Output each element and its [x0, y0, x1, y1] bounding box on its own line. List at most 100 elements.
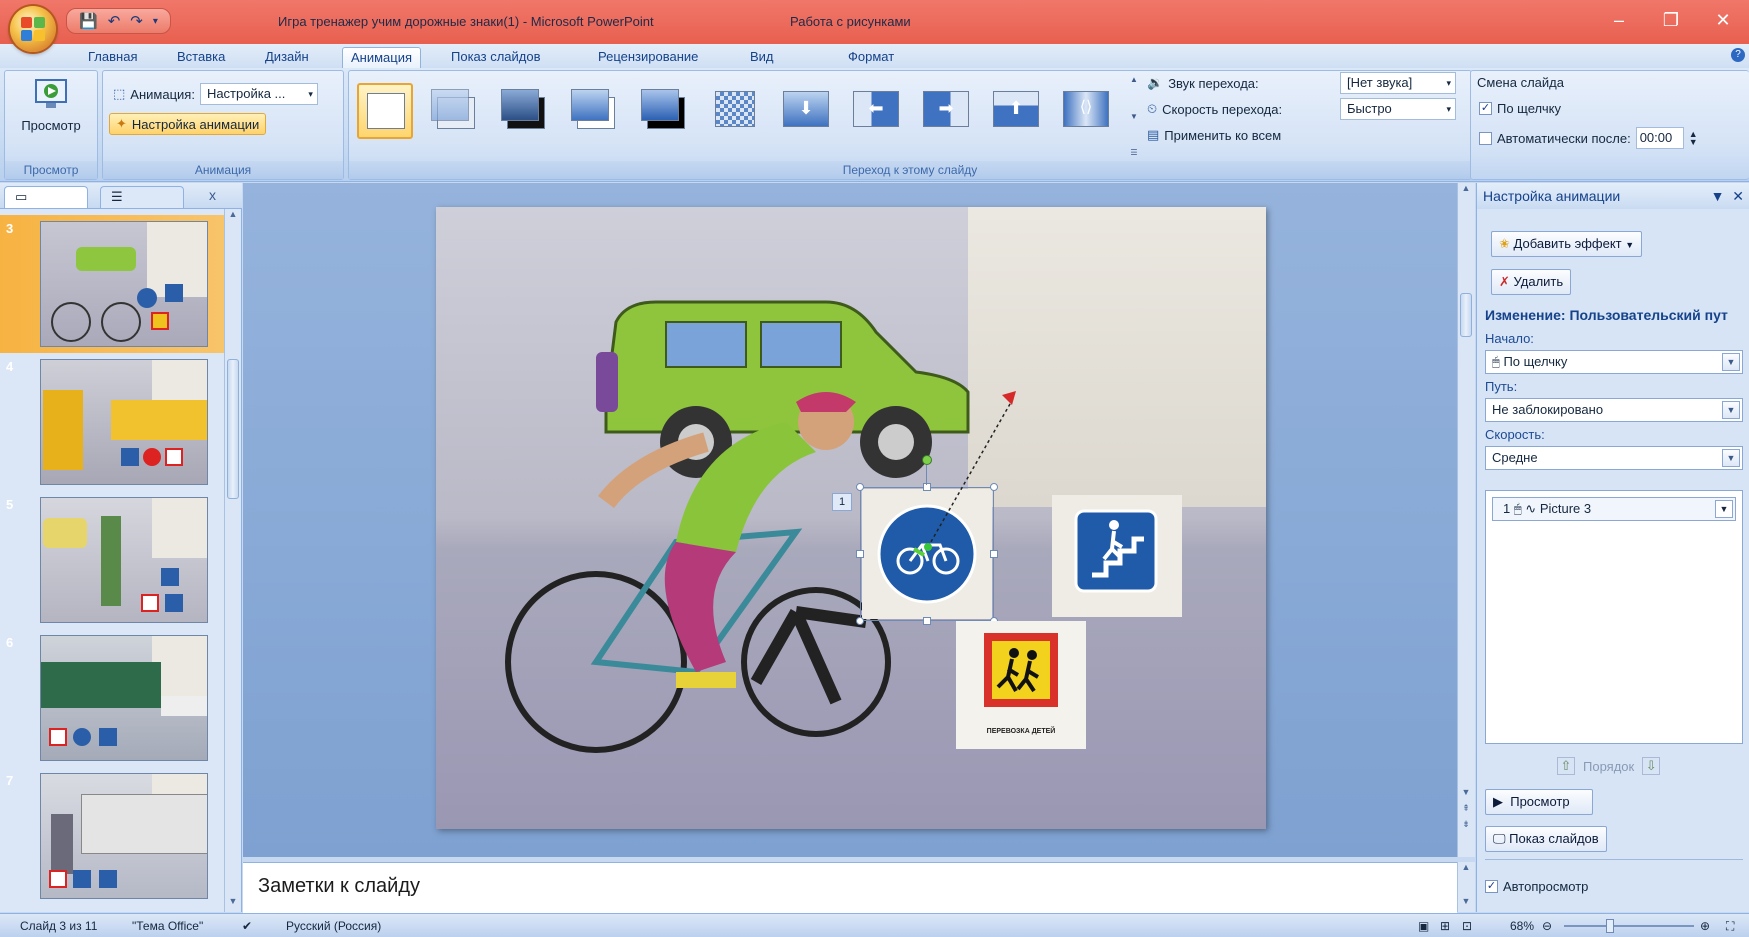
- tab-view[interactable]: Вид: [742, 47, 782, 68]
- scroll-down-icon[interactable]: ▼: [225, 896, 241, 912]
- slide-thumbnail[interactable]: 5: [0, 491, 224, 629]
- start-combo[interactable]: 🖱 По щелчку ▼: [1485, 350, 1743, 374]
- slides-scrollbar[interactable]: ▲ ▼: [224, 209, 241, 912]
- language-indicator[interactable]: Русский (Россия): [286, 919, 381, 933]
- pane-menu-icon[interactable]: ▼: [1711, 188, 1725, 204]
- previous-slide-icon[interactable]: ⇞: [1458, 803, 1474, 819]
- transition-cut[interactable]: [569, 83, 625, 139]
- minimize-button[interactable]: –: [1593, 0, 1645, 40]
- autopreview-checkbox[interactable]: ✓: [1485, 880, 1498, 893]
- scroll-down-icon[interactable]: ▼: [1127, 112, 1141, 121]
- resize-handle[interactable]: [856, 483, 864, 491]
- transition-none[interactable]: [357, 83, 413, 139]
- tab-format[interactable]: Формат: [840, 47, 902, 68]
- slideshow-view-icon[interactable]: ⊡: [1462, 919, 1472, 933]
- slide-scrollbar[interactable]: ▲ ▼ ⇞ ⇟: [1457, 183, 1475, 857]
- auto-after-input[interactable]: 00:00: [1635, 127, 1684, 149]
- fit-to-window-icon[interactable]: ⛶: [1726, 919, 1734, 934]
- scroll-up-icon[interactable]: ▲: [1458, 862, 1474, 878]
- animation-combo[interactable]: Настройка ... ▾: [199, 83, 318, 105]
- zoom-slider-thumb[interactable]: [1606, 919, 1614, 933]
- on-click-checkbox[interactable]: ✓: [1479, 102, 1492, 115]
- slide-canvas[interactable]: 1 ПЕРЕВОЗКА ДЕТЕЙ: [436, 207, 1266, 829]
- scroll-down-icon[interactable]: ▼: [1458, 787, 1474, 803]
- transition-gallery-scroll[interactable]: ▲ ▼ ☰: [1127, 75, 1141, 157]
- undo-icon[interactable]: ↶: [108, 12, 121, 30]
- scroll-up-icon[interactable]: ▲: [225, 209, 241, 225]
- transition-speed-combo[interactable]: Быстро ▾: [1340, 98, 1456, 120]
- save-icon[interactable]: 💾: [79, 12, 98, 30]
- children-transport-sign-card[interactable]: ПЕРЕВОЗКА ДЕТЕЙ: [956, 621, 1086, 749]
- preview-button[interactable]: Просмотр: [11, 77, 91, 133]
- slide-thumbnail[interactable]: 4: [0, 353, 224, 491]
- scroll-up-icon[interactable]: ▲: [1458, 183, 1474, 199]
- resize-handle[interactable]: [923, 617, 931, 625]
- animation-order-tag[interactable]: 1: [832, 493, 852, 511]
- slide-thumbnail[interactable]: 3: [0, 215, 224, 353]
- customize-qat-icon[interactable]: ▾: [153, 16, 158, 27]
- transition-wipe-down[interactable]: ⬇: [779, 83, 835, 139]
- transition-wipe-left[interactable]: ⬅: [849, 83, 905, 139]
- next-slide-icon[interactable]: ⇟: [1458, 819, 1474, 835]
- transition-dissolve[interactable]: [709, 83, 765, 139]
- slide-thumbnail[interactable]: 7: [0, 767, 224, 905]
- transition-sound-combo[interactable]: [Нет звука] ▾: [1340, 72, 1456, 94]
- pane-close-icon[interactable]: ✕: [1732, 188, 1744, 204]
- tab-home[interactable]: Главная: [80, 47, 145, 68]
- resize-handle[interactable]: [856, 550, 864, 558]
- transition-fade-smoothly[interactable]: [429, 83, 485, 139]
- redo-icon[interactable]: ↷: [130, 12, 143, 30]
- resize-handle[interactable]: [856, 617, 864, 625]
- remove-button[interactable]: ✗ Удалить: [1491, 269, 1572, 295]
- tab-review[interactable]: Рецензирование: [590, 47, 706, 68]
- scrollbar-thumb[interactable]: [1460, 293, 1472, 337]
- close-panel-button[interactable]: x: [209, 187, 216, 203]
- notes-scrollbar[interactable]: ▲ ▼: [1457, 862, 1475, 912]
- pedestrian-underpass-sign-card[interactable]: [1052, 495, 1182, 617]
- custom-animation-button[interactable]: ✦ Настройка анимации: [109, 113, 267, 135]
- help-icon[interactable]: ?: [1731, 48, 1745, 62]
- play-button[interactable]: ▶ Просмотр: [1485, 789, 1593, 815]
- tab-design[interactable]: Дизайн: [257, 47, 317, 68]
- apply-to-all-button[interactable]: ▤ Применить ко всем: [1147, 127, 1281, 143]
- scroll-up-icon[interactable]: ▲: [1127, 75, 1141, 84]
- tab-slides-view[interactable]: ▭: [4, 186, 88, 208]
- auto-after-checkbox[interactable]: [1479, 131, 1492, 145]
- transition-fade-black[interactable]: [499, 83, 555, 139]
- normal-view-icon[interactable]: ▣: [1418, 919, 1429, 933]
- spinner-icon[interactable]: ▲ ▼: [1689, 130, 1698, 147]
- add-effect-button[interactable]: ✬ Добавить эффект ▼: [1491, 231, 1643, 257]
- office-button[interactable]: [10, 6, 56, 52]
- animation-list[interactable]: 1 🖱 ∿ Picture 3 ▼: [1485, 490, 1743, 744]
- slide-thumbnail[interactable]: 6: [0, 629, 224, 767]
- move-down-icon[interactable]: ⇩: [1642, 757, 1661, 775]
- zoom-out-icon[interactable]: ⊖: [1542, 919, 1552, 933]
- notes-pane[interactable]: Заметки к слайду: [243, 862, 1457, 914]
- transition-wipe-right[interactable]: ➡: [919, 83, 975, 139]
- close-button[interactable]: ✕: [1697, 0, 1749, 40]
- zoom-in-icon[interactable]: ⊕: [1700, 919, 1710, 933]
- tab-animations[interactable]: Анимация: [342, 47, 422, 68]
- move-up-icon[interactable]: ⇧: [1557, 757, 1575, 775]
- transition-split[interactable]: ⟨⟩: [1059, 83, 1115, 139]
- scroll-down-icon[interactable]: ▼: [1458, 896, 1474, 912]
- speed-combo[interactable]: Средне ▼: [1485, 446, 1743, 470]
- tab-slideshow[interactable]: Показ слайдов: [443, 47, 549, 68]
- scrollbar-thumb[interactable]: [227, 359, 239, 499]
- theme-name[interactable]: "Тема Office": [132, 919, 203, 933]
- tab-outline-view[interactable]: ☰: [100, 186, 184, 208]
- transition-wipe-up[interactable]: ⬆: [989, 83, 1045, 139]
- animation-list-item[interactable]: 1 🖱 ∿ Picture 3 ▼: [1492, 497, 1736, 521]
- slideshow-button[interactable]: 🖵 Показ слайдов: [1485, 826, 1607, 852]
- chevron-down-icon[interactable]: ▼: [1715, 500, 1733, 518]
- gallery-more-icon[interactable]: ☰: [1127, 148, 1141, 157]
- spellcheck-icon[interactable]: ✔: [242, 919, 252, 933]
- zoom-slider[interactable]: [1564, 925, 1694, 927]
- transition-cut-black[interactable]: [639, 83, 695, 139]
- motion-path[interactable]: [916, 367, 1036, 567]
- tab-insert[interactable]: Вставка: [169, 47, 233, 68]
- zoom-level[interactable]: 68%: [1510, 919, 1534, 933]
- path-combo[interactable]: Не заблокировано ▼: [1485, 398, 1743, 422]
- slide-sorter-icon[interactable]: ⊞: [1440, 919, 1450, 933]
- maximize-button[interactable]: ❐: [1645, 0, 1697, 40]
